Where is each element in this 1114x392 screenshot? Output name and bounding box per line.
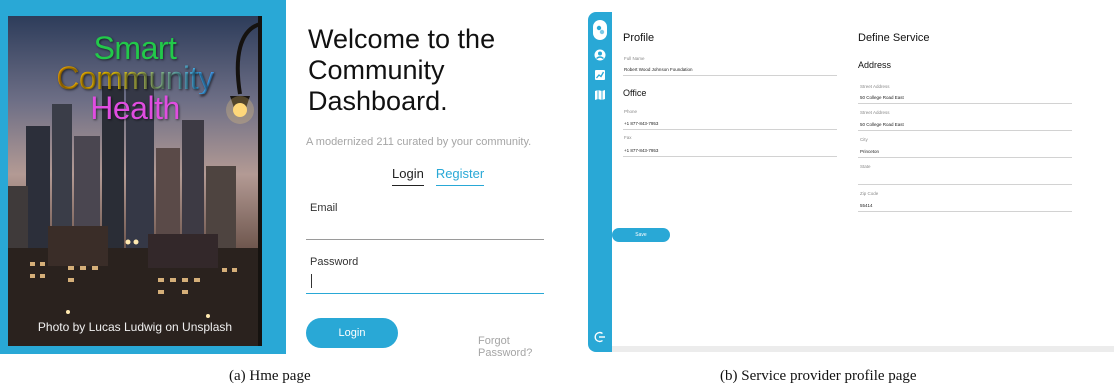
- welcome-line-1: Welcome to the: [308, 24, 496, 54]
- city-underline: [858, 157, 1072, 158]
- phone-label: Phone: [624, 109, 638, 114]
- save-button[interactable]: Save: [612, 228, 670, 242]
- user-icon[interactable]: [593, 48, 607, 62]
- forgot-password-link[interactable]: Forgot Password?: [478, 335, 552, 359]
- zip-code-field[interactable]: 55414: [860, 203, 873, 208]
- email-field[interactable]: [306, 218, 544, 240]
- fax-label: Fax: [624, 135, 632, 140]
- street-address-2-field[interactable]: 50 College Road East: [860, 122, 904, 127]
- profile-page-screenshot: Profile Full Name Robert Wood Johnson Fo…: [588, 12, 1114, 352]
- street-address-1-underline: [858, 103, 1072, 104]
- hero-panel: Smart Community Health Photo by Lucas Lu…: [0, 0, 286, 354]
- street-address-1-field[interactable]: 50 College Road East: [860, 95, 904, 100]
- zip-code-underline: [858, 211, 1072, 212]
- home-page-screenshot: Smart Community Health Photo by Lucas Lu…: [0, 0, 552, 359]
- state-underline: [858, 184, 1072, 185]
- hero-title-health: Health: [90, 90, 180, 126]
- city-skyline-photo: Smart Community Health Photo by Lucas Lu…: [8, 16, 262, 346]
- caption-home-page: (a) Hme page: [229, 368, 311, 384]
- login-button[interactable]: Login: [306, 318, 398, 348]
- full-name-field[interactable]: Robert Wood Johnson Foundation: [624, 67, 692, 72]
- phone-underline: [623, 129, 837, 130]
- email-label: Email: [310, 202, 338, 214]
- profile-heading: Profile: [623, 32, 655, 44]
- full-name-underline: [623, 75, 837, 76]
- app-logo[interactable]: [593, 20, 607, 40]
- zip-code-label: Zip Code: [860, 191, 879, 196]
- side-navigation: [588, 12, 612, 352]
- street-address-1-label: Street Address: [860, 84, 890, 89]
- fax-field[interactable]: +1 877-843-7953: [624, 148, 658, 153]
- logo-mark-icon: [596, 25, 605, 35]
- welcome-line-3: Dashboard.: [308, 86, 448, 116]
- street-address-2-underline: [858, 130, 1072, 131]
- phone-field[interactable]: +1 877-843-7953: [624, 121, 658, 126]
- welcome-line-2: Community: [308, 55, 445, 85]
- text-cursor: [311, 274, 312, 288]
- password-field[interactable]: [306, 272, 544, 294]
- fax-underline: [623, 156, 837, 157]
- street-address-2-label: Street Address: [860, 110, 890, 115]
- logout-icon[interactable]: [593, 330, 607, 344]
- full-name-label: Full Name: [624, 56, 645, 61]
- tab-login[interactable]: Login: [392, 166, 424, 186]
- map-icon[interactable]: [593, 88, 607, 102]
- caption-profile-page: (b) Service provider profile page: [720, 368, 917, 384]
- office-heading: Office: [623, 88, 647, 98]
- city-label: City: [860, 137, 868, 142]
- address-heading: Address: [858, 60, 892, 70]
- page-footer-strip: [612, 346, 1114, 352]
- define-service-heading: Define Service: [858, 32, 930, 44]
- welcome-heading: Welcome to the Community Dashboard.: [308, 24, 538, 117]
- password-label: Password: [310, 256, 359, 268]
- tab-register[interactable]: Register: [435, 166, 485, 186]
- auth-tabs: Login Register: [392, 166, 485, 186]
- city-field[interactable]: Princeton: [860, 149, 879, 154]
- chart-icon[interactable]: [593, 68, 607, 82]
- photo-credit[interactable]: Photo by Lucas Ludwig on Unsplash: [8, 320, 262, 334]
- state-label: State: [860, 164, 871, 169]
- tagline: A modernized 211 curated by your communi…: [306, 136, 532, 148]
